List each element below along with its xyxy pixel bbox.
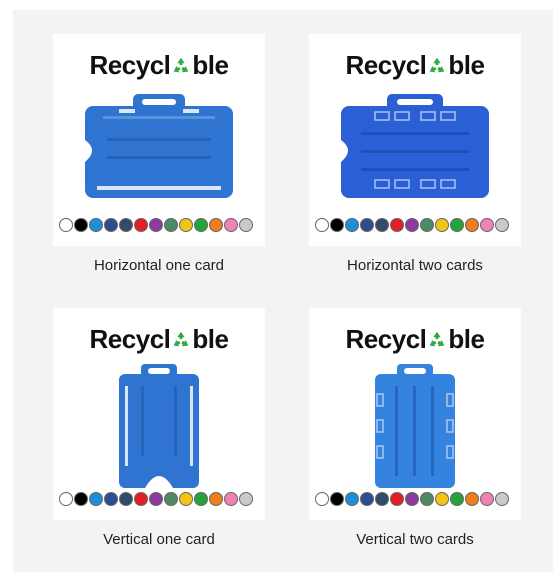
- color-swatch: [74, 218, 88, 232]
- color-swatches: [315, 492, 509, 508]
- color-swatch: [74, 492, 88, 506]
- product-card-horizontal-one[interactable]: Recycl ble: [53, 34, 265, 246]
- color-swatch: [375, 218, 389, 232]
- color-swatch: [89, 492, 103, 506]
- color-swatch: [405, 218, 419, 232]
- color-swatch: [224, 492, 238, 506]
- color-swatch: [209, 218, 223, 232]
- color-swatch: [435, 218, 449, 232]
- color-swatch: [104, 492, 118, 506]
- color-swatch: [194, 218, 208, 232]
- recycle-icon: [430, 57, 445, 73]
- product-caption: Horizontal one card: [93, 257, 225, 274]
- color-swatch: [179, 218, 193, 232]
- color-swatch: [390, 492, 404, 506]
- color-swatch: [360, 218, 374, 232]
- color-swatch: [315, 492, 329, 506]
- color-swatch: [119, 218, 133, 232]
- horizontal-one-card-holder-image: [85, 94, 233, 198]
- color-swatch: [164, 492, 178, 506]
- recyclable-logo: Recycl ble: [345, 50, 485, 80]
- color-swatch: [375, 492, 389, 506]
- color-swatch: [330, 218, 344, 232]
- vertical-one-card-holder-image: [119, 364, 199, 488]
- color-swatch: [179, 492, 193, 506]
- color-swatch: [224, 218, 238, 232]
- color-swatch: [209, 492, 223, 506]
- color-swatch: [149, 218, 163, 232]
- color-swatch: [405, 492, 419, 506]
- color-swatch: [390, 218, 404, 232]
- color-swatch: [450, 218, 464, 232]
- product-card-vertical-one[interactable]: Recycl ble: [53, 308, 265, 520]
- product-caption: Vertical two cards: [356, 531, 474, 548]
- recycle-icon: [430, 331, 445, 347]
- color-swatch: [345, 492, 359, 506]
- color-swatches: [59, 492, 253, 508]
- product-grid-panel: Recycl ble Horizontal one card Recycl ble: [13, 10, 553, 572]
- recyclable-logo: Recycl ble: [345, 324, 485, 354]
- color-swatch: [480, 218, 494, 232]
- horizontal-two-card-holder-image: [341, 94, 489, 198]
- recyclable-logo: Recycl ble: [89, 50, 229, 80]
- product-card-vertical-two[interactable]: Recycl ble: [309, 308, 521, 520]
- color-swatch: [465, 218, 479, 232]
- color-swatch: [345, 218, 359, 232]
- color-swatch: [149, 492, 163, 506]
- color-swatch: [104, 218, 118, 232]
- color-swatch: [435, 492, 449, 506]
- color-swatch: [134, 492, 148, 506]
- color-swatch: [59, 492, 73, 506]
- color-swatch: [495, 218, 509, 232]
- color-swatch: [194, 492, 208, 506]
- vertical-two-card-holder-image: [375, 364, 455, 488]
- color-swatch: [465, 492, 479, 506]
- color-swatch: [89, 218, 103, 232]
- recycle-icon: [174, 57, 189, 73]
- color-swatch: [134, 218, 148, 232]
- color-swatch: [119, 492, 133, 506]
- product-card-horizontal-two[interactable]: Recycl ble: [309, 34, 521, 246]
- color-swatch: [330, 492, 344, 506]
- color-swatches: [59, 218, 253, 234]
- color-swatch: [420, 492, 434, 506]
- color-swatch: [420, 218, 434, 232]
- color-swatch: [480, 492, 494, 506]
- recycle-icon: [174, 331, 189, 347]
- product-caption: Horizontal two cards: [347, 257, 483, 274]
- color-swatch: [164, 218, 178, 232]
- recyclable-logo: Recycl ble: [89, 324, 229, 354]
- color-swatch: [360, 492, 374, 506]
- color-swatches: [315, 218, 509, 234]
- product-caption: Vertical one card: [103, 531, 215, 548]
- color-swatch: [59, 218, 73, 232]
- color-swatch: [239, 218, 253, 232]
- color-swatch: [315, 218, 329, 232]
- color-swatch: [450, 492, 464, 506]
- color-swatch: [495, 492, 509, 506]
- color-swatch: [239, 492, 253, 506]
